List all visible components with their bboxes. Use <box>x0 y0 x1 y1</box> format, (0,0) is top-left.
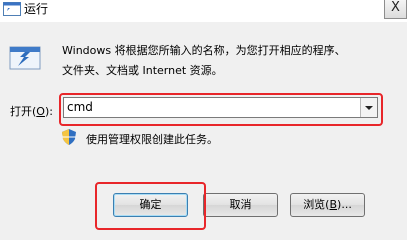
description-line-2: 文件夹、文档或 Internet 资源。 <box>62 64 223 77</box>
highlight-open-field <box>59 93 383 126</box>
window-title: 运行 <box>24 2 49 16</box>
close-button[interactable]: X <box>384 0 407 19</box>
description-line-1: Windows 将根据您所输入的名称，为您打开相应的程序、 <box>62 44 346 57</box>
browse-button[interactable]: 浏览(B)... <box>290 193 365 217</box>
cancel-button[interactable]: 取消 <box>203 193 278 217</box>
highlight-ok-button <box>95 182 206 230</box>
open-label: 打开(O): <box>10 105 53 118</box>
admin-rights-note: 使用管理权限创建此任务。 <box>86 133 218 146</box>
run-dialog-icon <box>3 2 21 16</box>
run-program-icon <box>9 46 41 70</box>
uac-shield-icon <box>62 129 76 145</box>
title-bar: 运行 X <box>0 0 407 22</box>
dialog-description: Windows 将根据您所输入的名称，为您打开相应的程序、 文件夹、文档或 In… <box>62 41 392 81</box>
